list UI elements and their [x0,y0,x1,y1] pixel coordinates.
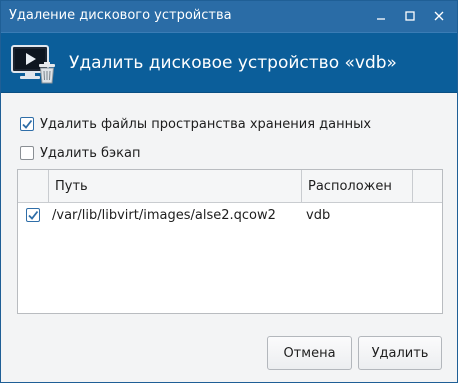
minimize-icon[interactable] [371,6,391,26]
row-path-cell: /var/lib/libvirt/images/alse2.qcow2 [52,207,276,223]
table-row[interactable]: /var/lib/libvirt/images/alse2.qcow2 vdb [18,203,442,227]
row-checkbox[interactable] [26,208,40,222]
maximize-icon[interactable] [400,6,420,26]
window-title: Удаление дискового устройства [9,8,232,23]
delete-storage-files-label: Удалить файлы пространства хранения данн… [40,116,372,132]
delete-backup-checkbox[interactable] [20,146,34,160]
delete-backup-label: Удалить бэкап [40,145,141,161]
monitor-delete-icon [11,43,57,85]
title-bar[interactable]: Удаление дискового устройства [1,1,457,32]
dialog-window: Удаление дискового устройства Удалить ди… [0,0,458,383]
storage-table: Путь Расположен /var/lib/libvirt/images/… [17,169,443,314]
cancel-button[interactable]: Отмена [267,336,352,370]
header-banner: Удалить дисковое устройство «vdb» [1,32,457,93]
close-icon[interactable] [429,6,449,26]
column-header-location[interactable]: Расположен [302,170,413,202]
row-select-cell[interactable] [26,203,46,227]
delete-button[interactable]: Удалить [358,336,442,370]
column-header-select[interactable] [18,170,49,202]
delete-storage-files-option[interactable]: Удалить файлы пространства хранения данн… [20,115,371,133]
delete-storage-files-checkbox[interactable] [20,117,34,131]
checkmark-icon [22,119,33,129]
column-header-extra[interactable] [413,170,442,202]
table-header: Путь Расположен [18,170,442,203]
checkmark-icon [28,210,39,220]
column-header-path[interactable]: Путь [49,170,302,202]
banner-title: Удалить дисковое устройство «vdb» [69,53,397,73]
row-location-cell: vdb [306,207,331,223]
delete-backup-option[interactable]: Удалить бэкап [20,144,140,162]
